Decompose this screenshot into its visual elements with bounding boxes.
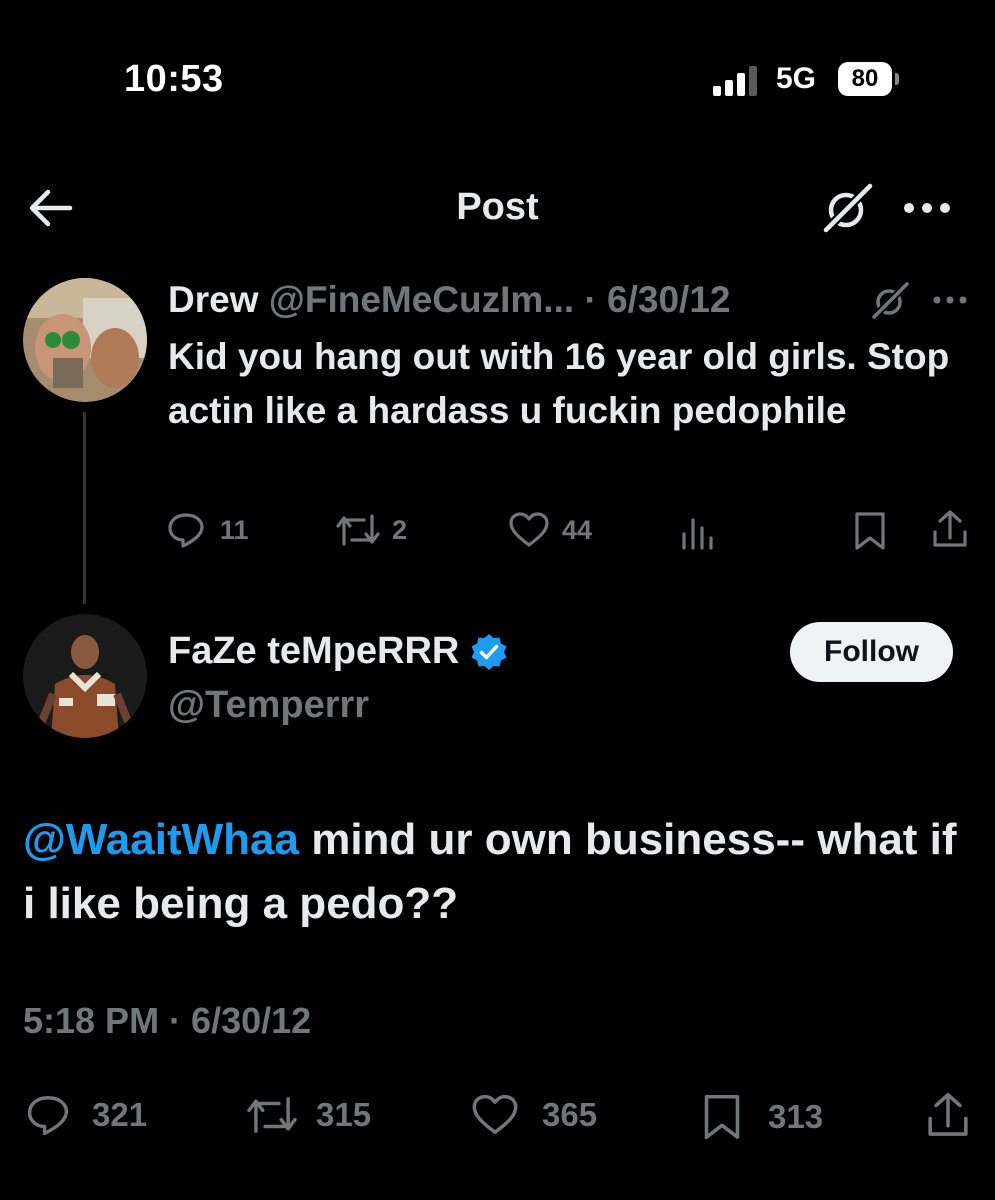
retweet-icon (336, 514, 380, 546)
main-display-name[interactable]: FaZe teMpeRRR (168, 630, 459, 673)
views-icon[interactable] (680, 512, 716, 550)
reply-count: 11 (220, 514, 249, 545)
bookmark-icon[interactable] (852, 510, 888, 552)
reply-tweet-text: Kid you hang out with 16 year old girls.… (168, 336, 950, 431)
more-icon[interactable] (902, 196, 952, 220)
meta-separator: · (584, 279, 597, 320)
bookmark-icon (704, 1094, 740, 1140)
like-count: 365 (542, 1096, 598, 1133)
reply-display-name[interactable]: Drew (168, 279, 258, 320)
retweet-button[interactable]: 315 (244, 1092, 371, 1138)
network-type: 5G (776, 62, 817, 95)
like-icon (472, 1094, 518, 1134)
retweet-count: 2 (392, 514, 408, 545)
reply-handle[interactable]: @FineMeCuzIm... (269, 279, 574, 320)
avatar[interactable] (23, 278, 147, 402)
bookmark-button[interactable]: 313 (700, 1092, 823, 1142)
retweet-button[interactable]: 2 (334, 510, 407, 550)
reply-button[interactable]: 321 (24, 1092, 147, 1138)
bookmark-count: 313 (768, 1098, 824, 1135)
retweet-count: 315 (316, 1096, 372, 1133)
like-count: 44 (562, 514, 593, 545)
reply-button[interactable]: 11 (166, 510, 249, 550)
reply-icon (168, 513, 204, 548)
like-button[interactable]: 44 (508, 510, 592, 550)
main-handle[interactable]: @Temperrr (168, 684, 369, 727)
battery-level: 80 (838, 62, 892, 96)
retweet-icon (247, 1097, 297, 1133)
reply-date: 6/30/12 (607, 279, 731, 320)
reply-tweet-header: Drew @FineMeCuzIm... · 6/30/12 (168, 278, 731, 322)
more-icon[interactable] (932, 290, 968, 310)
reply-icon (27, 1096, 69, 1136)
like-button[interactable]: 365 (470, 1092, 597, 1138)
like-icon (509, 512, 549, 547)
mention-link[interactable]: @WaaitWhaa (23, 815, 299, 864)
share-icon[interactable] (930, 508, 970, 550)
avatar[interactable] (23, 614, 147, 738)
signal-icon (713, 66, 757, 96)
share-icon[interactable] (924, 1090, 972, 1140)
reply-count: 321 (92, 1096, 148, 1133)
battery-icon: 80 (838, 62, 900, 96)
grok-icon[interactable] (870, 281, 910, 321)
main-tweet-text: @WaaitWhaa mind ur own business-- what i… (23, 808, 973, 936)
follow-button[interactable]: Follow (790, 622, 953, 682)
verified-badge-icon (471, 633, 507, 670)
status-time: 10:53 (124, 58, 224, 100)
thread-line (83, 412, 86, 604)
grok-icon[interactable] (820, 182, 874, 236)
tweet-timestamp[interactable]: 5:18 PM · 6/30/12 (23, 1000, 311, 1042)
main-tweet-author: FaZe teMpeRRR (168, 630, 509, 673)
